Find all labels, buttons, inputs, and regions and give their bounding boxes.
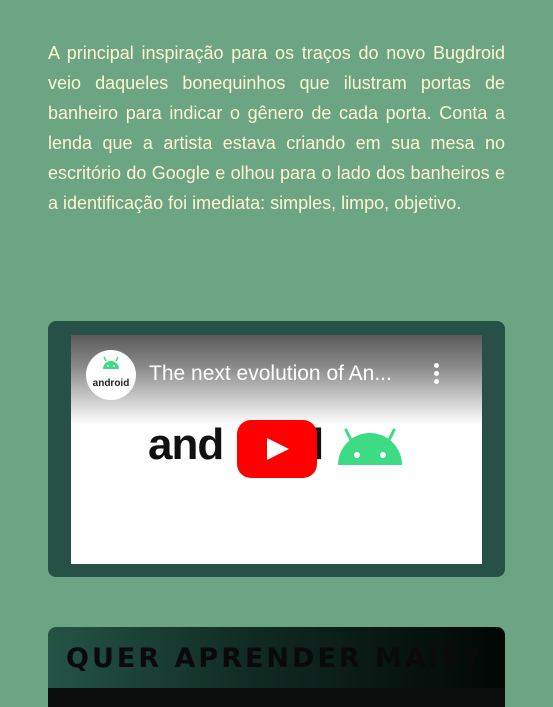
article-paragraph: A principal inspiração para os traços do… [48, 43, 505, 213]
learn-more-heading: QUER APRENDER MAIS? [66, 643, 483, 674]
play-button[interactable] [237, 420, 317, 478]
channel-avatar[interactable]: android [86, 350, 136, 400]
avatar-label: android [92, 378, 130, 389]
play-icon [267, 438, 289, 460]
video-title[interactable]: The next evolution of An... [149, 362, 414, 386]
android-robot-icon [338, 428, 402, 465]
android-robot-icon [103, 356, 119, 369]
video-embed-card: android The next evolution of An... and … [48, 321, 505, 577]
android-wordmark-start: and [148, 420, 224, 469]
more-vert-icon[interactable] [431, 363, 441, 389]
learn-more-card: QUER APRENDER MAIS? [48, 627, 505, 707]
youtube-player[interactable]: android The next evolution of An... and … [71, 335, 482, 564]
learn-more-content-strip [48, 688, 505, 707]
